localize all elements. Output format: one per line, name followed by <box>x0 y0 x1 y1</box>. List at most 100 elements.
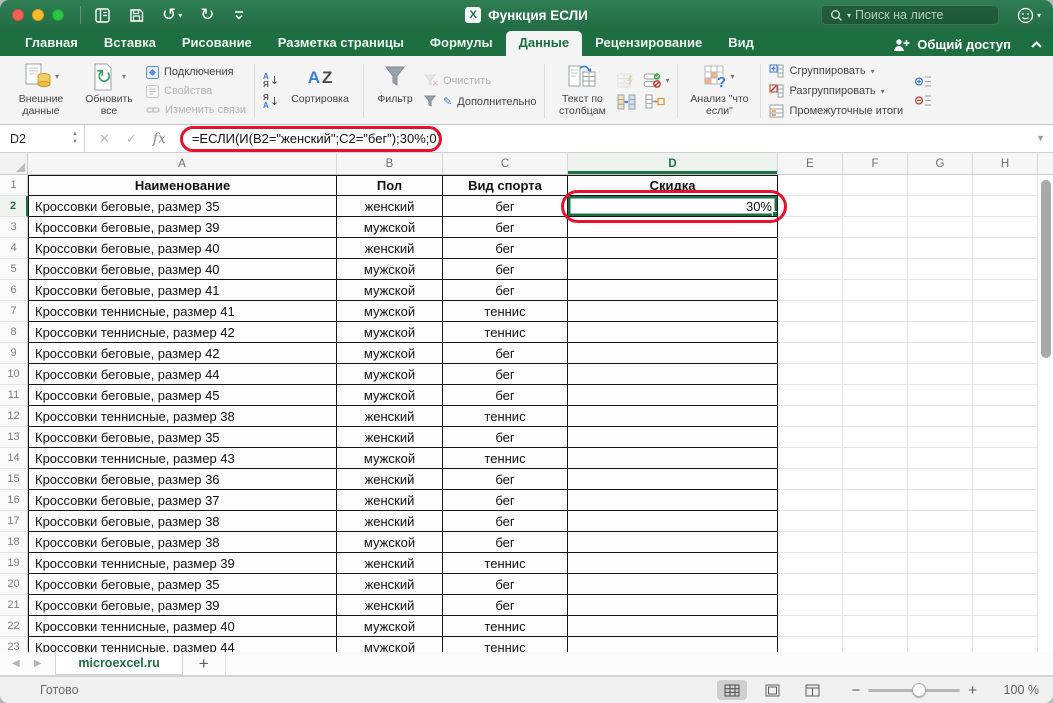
undo-icon[interactable]: ↺ ▾ <box>162 7 182 24</box>
cell-F11[interactable] <box>843 385 908 406</box>
tab-Данные[interactable]: Данные <box>506 31 583 56</box>
expand-formula-bar-icon[interactable]: ▼ <box>1036 133 1045 143</box>
cell-C13[interactable]: бег <box>443 427 568 448</box>
cell-F1[interactable] <box>843 175 908 196</box>
row-header-8[interactable]: 8 <box>0 322 28 343</box>
sort-descending-button[interactable]: ЯА ↓ <box>263 94 279 110</box>
search-scope-caret-icon[interactable]: ▾ <box>847 11 851 20</box>
cell-E22[interactable] <box>778 616 843 637</box>
cell-F22[interactable] <box>843 616 908 637</box>
name-box-stepper[interactable]: ▲ ▼ <box>72 131 78 145</box>
cell-E14[interactable] <box>778 448 843 469</box>
text-to-columns-button[interactable]: Текст постолбцам <box>553 61 611 121</box>
cell-A16[interactable]: Кроссовки беговые, размер 37 <box>28 490 337 511</box>
cell-H4[interactable] <box>973 238 1038 259</box>
cell-A13[interactable]: Кроссовки беговые, размер 35 <box>28 427 337 448</box>
cell-F17[interactable] <box>843 511 908 532</box>
row-header-11[interactable]: 11 <box>0 385 28 406</box>
row-header-19[interactable]: 19 <box>0 553 28 574</box>
page-layout-view-button[interactable] <box>757 680 787 700</box>
cell-G19[interactable] <box>908 553 973 574</box>
cell-A6[interactable]: Кроссовки беговые, размер 41 <box>28 280 337 301</box>
cell-C12[interactable]: теннис <box>443 406 568 427</box>
zoom-slider-thumb[interactable] <box>912 683 926 697</box>
cell-G23[interactable] <box>908 637 973 652</box>
cell-F9[interactable] <box>843 343 908 364</box>
cell-G22[interactable] <box>908 616 973 637</box>
cell-B7[interactable]: мужской <box>337 301 443 322</box>
cell-H17[interactable] <box>973 511 1038 532</box>
cell-H22[interactable] <box>973 616 1038 637</box>
row-header-14[interactable]: 14 <box>0 448 28 469</box>
cell-A15[interactable]: Кроссовки беговые, размер 36 <box>28 469 337 490</box>
cell-F15[interactable] <box>843 469 908 490</box>
cell-G12[interactable] <box>908 406 973 427</box>
cell-G17[interactable] <box>908 511 973 532</box>
cell-G4[interactable] <box>908 238 973 259</box>
connections-button[interactable]: Подключения <box>146 65 246 79</box>
cell-C22[interactable]: теннис <box>443 616 568 637</box>
cell-D15[interactable] <box>568 469 778 490</box>
column-header-F[interactable]: F <box>843 153 908 174</box>
cell-C5[interactable]: бег <box>443 259 568 280</box>
sort-button[interactable]: АZ Сортировка <box>285 61 355 121</box>
cell-F10[interactable] <box>843 364 908 385</box>
cell-F7[interactable] <box>843 301 908 322</box>
vertical-scrollbar-thumb[interactable] <box>1041 180 1051 358</box>
column-header-D[interactable]: D <box>568 153 778 174</box>
cell-H6[interactable] <box>973 280 1038 301</box>
data-validation-icon[interactable] <box>643 73 663 88</box>
cell-E6[interactable] <box>778 280 843 301</box>
row-header-9[interactable]: 9 <box>0 343 28 364</box>
cell-A22[interactable]: Кроссовки теннисные, размер 40 <box>28 616 337 637</box>
cell-D18[interactable] <box>568 532 778 553</box>
cell-D13[interactable] <box>568 427 778 448</box>
cell-B16[interactable]: женский <box>337 490 443 511</box>
row-header-18[interactable]: 18 <box>0 532 28 553</box>
cell-C1[interactable]: Вид спорта <box>443 175 568 196</box>
cell-C6[interactable]: бег <box>443 280 568 301</box>
cell-F21[interactable] <box>843 595 908 616</box>
row-header-3[interactable]: 3 <box>0 217 28 238</box>
cell-B10[interactable]: мужской <box>337 364 443 385</box>
cell-G1[interactable] <box>908 175 973 196</box>
cell-H7[interactable] <box>973 301 1038 322</box>
cell-E8[interactable] <box>778 322 843 343</box>
quick-access-more-icon[interactable] <box>233 9 245 21</box>
group-button[interactable]: Сгруппировать ▾ <box>769 64 903 78</box>
cell-D22[interactable] <box>568 616 778 637</box>
cell-A11[interactable]: Кроссовки беговые, размер 45 <box>28 385 337 406</box>
cell-B11[interactable]: мужской <box>337 385 443 406</box>
minimize-window-button[interactable] <box>32 9 44 21</box>
search-input[interactable]: ▾ Поиск на листе <box>821 5 999 25</box>
cell-D23[interactable] <box>568 637 778 652</box>
cell-B3[interactable]: мужской <box>337 217 443 238</box>
cell-B8[interactable]: мужской <box>337 322 443 343</box>
cell-E16[interactable] <box>778 490 843 511</box>
advanced-filter-button[interactable]: ✎ Дополнительно <box>424 95 536 109</box>
cell-A19[interactable]: Кроссовки теннисные, размер 39 <box>28 553 337 574</box>
cell-A2[interactable]: Кроссовки беговые, размер 35 <box>28 196 337 217</box>
cell-C15[interactable]: бег <box>443 469 568 490</box>
hide-detail-icon[interactable] <box>915 94 932 107</box>
cell-B20[interactable]: женский <box>337 574 443 595</box>
cell-E2[interactable] <box>778 196 843 217</box>
cell-A18[interactable]: Кроссовки беговые, размер 38 <box>28 532 337 553</box>
insert-function-icon[interactable]: fx <box>153 131 166 147</box>
cell-F14[interactable] <box>843 448 908 469</box>
cell-A4[interactable]: Кроссовки беговые, размер 40 <box>28 238 337 259</box>
row-header-4[interactable]: 4 <box>0 238 28 259</box>
cell-E4[interactable] <box>778 238 843 259</box>
cell-G5[interactable] <box>908 259 973 280</box>
cell-E17[interactable] <box>778 511 843 532</box>
sheet-tab-microexcel[interactable]: microexcel.ru <box>55 652 182 675</box>
save-icon[interactable] <box>129 8 144 23</box>
cell-H20[interactable] <box>973 574 1038 595</box>
data-validation-caret-icon[interactable]: ▾ <box>665 76 669 85</box>
cell-C21[interactable]: бег <box>443 595 568 616</box>
cell-G9[interactable] <box>908 343 973 364</box>
cell-H9[interactable] <box>973 343 1038 364</box>
cell-B12[interactable]: женский <box>337 406 443 427</box>
cell-A5[interactable]: Кроссовки беговые, размер 40 <box>28 259 337 280</box>
cell-A9[interactable]: Кроссовки беговые, размер 42 <box>28 343 337 364</box>
